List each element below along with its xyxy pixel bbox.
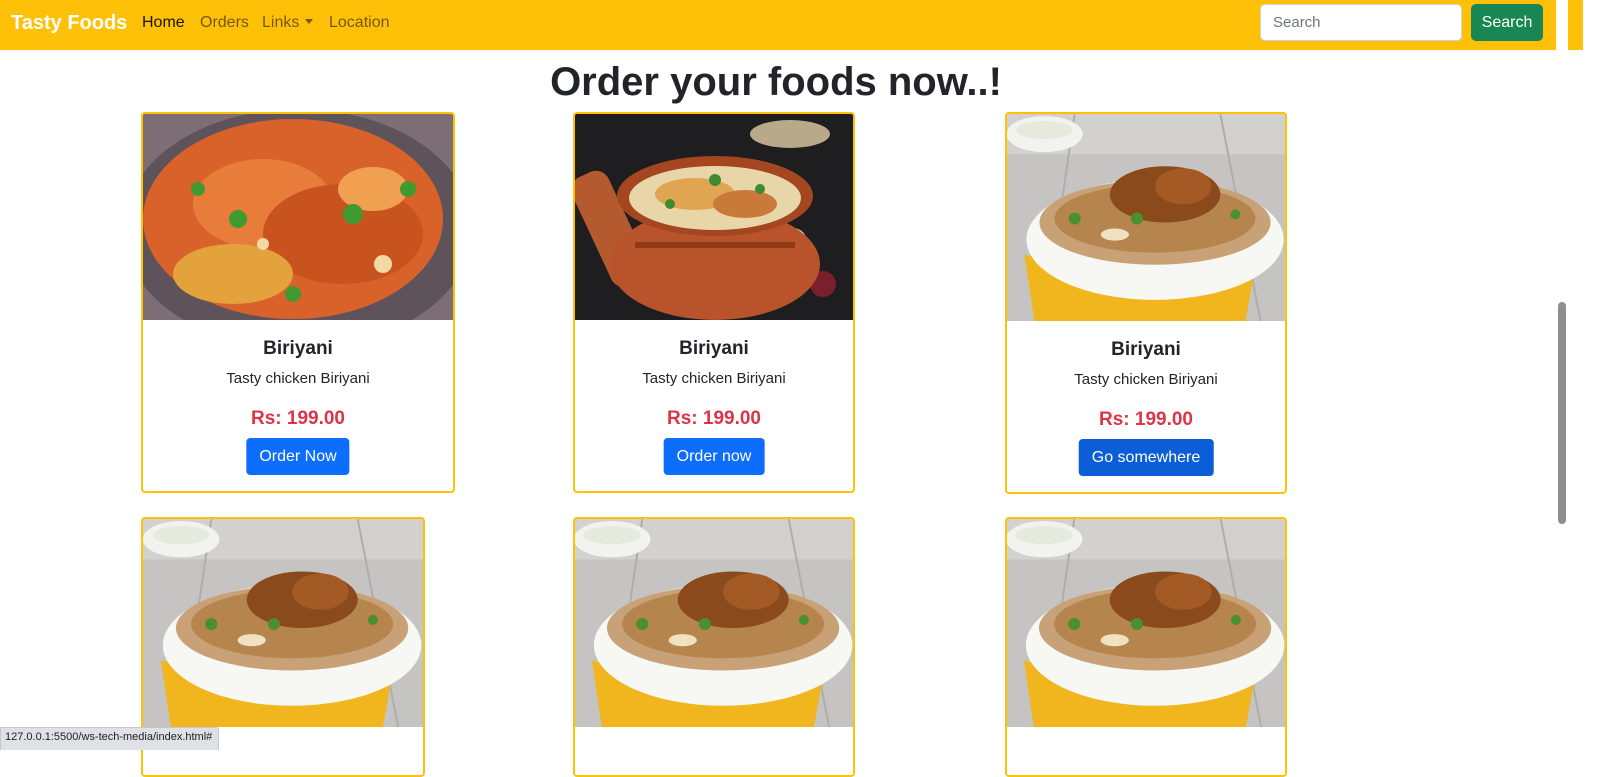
card-title: Biriyani [1111, 339, 1181, 360]
card-description: Tasty chicken Biriyani [226, 370, 370, 387]
food-image [1007, 519, 1285, 727]
food-card: Biriyani Tasty chicken Biriyani Rs: 199.… [1005, 112, 1287, 494]
chevron-down-icon [305, 19, 314, 24]
go-somewhere-button[interactable]: Go somewhere [1078, 439, 1214, 476]
food-card: Biriyani Tasty chicken Biriyani Rs: 199.… [141, 112, 455, 493]
nav-links-dropdown[interactable]: Links [262, 13, 314, 33]
search-input[interactable] [1260, 4, 1462, 41]
brand-logo[interactable]: Tasty Foods [11, 11, 127, 35]
search-button[interactable]: Search [1471, 4, 1543, 41]
nav-orders[interactable]: Orders [200, 13, 249, 33]
card-price: Rs: 199.00 [666, 408, 761, 429]
food-card [573, 517, 855, 777]
top-navbar: Tasty Foods Home Orders Links Location S… [0, 0, 1583, 50]
nav-home[interactable]: Home [142, 13, 185, 33]
food-image [575, 519, 853, 727]
card-title: Biriyani [679, 338, 749, 359]
food-image [1007, 114, 1285, 321]
card-price: Rs: 199.00 [250, 408, 345, 429]
card-description: Tasty chicken Biriyani [642, 370, 786, 387]
food-image [143, 519, 423, 727]
nav-links-label: Links [262, 14, 300, 31]
food-image [575, 114, 853, 320]
food-card [1005, 517, 1287, 777]
card-description: Tasty chicken Biriyani [1074, 371, 1218, 388]
status-bar-url: 127.0.0.1:5500/ws-tech-media/index.html# [0, 727, 220, 750]
scrollbar-thumb[interactable] [1558, 302, 1566, 524]
nav-location[interactable]: Location [329, 13, 390, 33]
order-now-button[interactable]: Order Now [246, 438, 350, 475]
order-now-button[interactable]: Order now [663, 438, 765, 475]
card-title: Biriyani [263, 338, 333, 359]
page-title: Order your foods now..! [550, 60, 1002, 104]
food-image [143, 114, 453, 320]
food-card: Biriyani Tasty chicken Biriyani Rs: 199.… [573, 112, 855, 493]
card-price: Rs: 199.00 [1098, 409, 1193, 430]
